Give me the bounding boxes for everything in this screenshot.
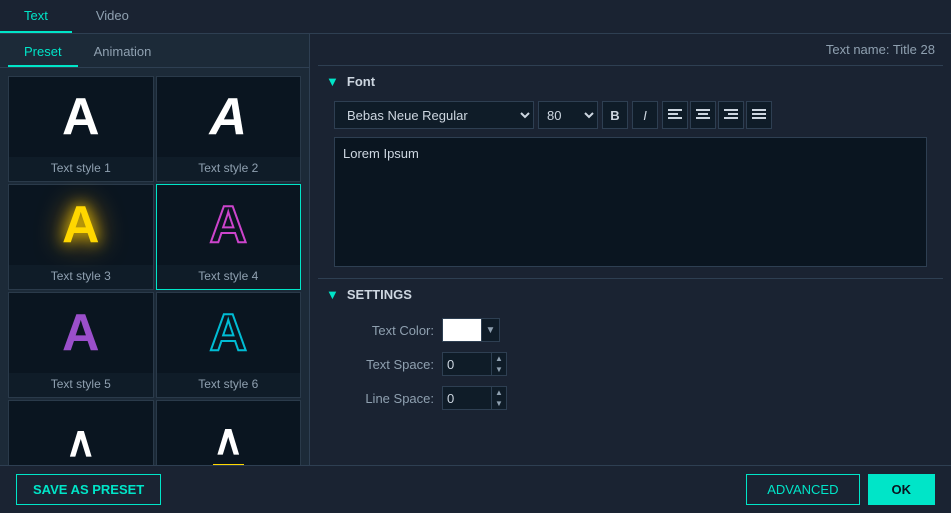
sub-tabs: Preset Animation (0, 34, 309, 68)
style-item-5[interactable]: A Text style 5 (8, 292, 154, 398)
style-label-6: Text style 6 (198, 377, 258, 391)
text-color-row: Text Color: ▼ (334, 318, 927, 342)
settings-section-header[interactable]: ▼ SETTINGS (318, 279, 943, 310)
text-color-label: Text Color: (334, 323, 434, 338)
style-preview-8: ∧ (157, 401, 301, 465)
line-space-row: Line Space: ▲ ▼ (334, 386, 927, 410)
right-buttons: ADVANCED OK (746, 474, 935, 505)
bold-button[interactable]: B (602, 101, 628, 129)
style-item-1[interactable]: A Text style 1 (8, 76, 154, 182)
text-area-wrap: Lorem Ipsum (318, 137, 943, 278)
style-preview-2: A (157, 77, 301, 157)
font-section: ▼ Font Bebas Neue Regular 80 72 64 48 36… (318, 65, 943, 278)
settings-section: ▼ SETTINGS Text Color: ▼ Text Space: (318, 278, 943, 418)
line-space-input[interactable] (442, 386, 492, 410)
style-grid: A Text style 1 A Text style 2 A Text sty… (0, 68, 309, 465)
text-name: Text name: Title 28 (826, 42, 935, 57)
align-buttons (662, 101, 772, 129)
line-space-label: Line Space: (334, 391, 434, 406)
settings-section-label: SETTINGS (347, 287, 412, 302)
style-preview-7: ∧ (9, 401, 153, 465)
style-label-3: Text style 3 (51, 269, 111, 283)
font-section-header[interactable]: ▼ Font (318, 66, 943, 97)
tab-text[interactable]: Text (0, 0, 72, 33)
align-left-icon (668, 109, 682, 121)
save-as-preset-button[interactable]: SAVE AS PRESET (16, 474, 161, 505)
style-letter-3: A (62, 195, 100, 255)
text-space-spinners: ▲ ▼ (492, 352, 507, 376)
settings-arrow-icon: ▼ (326, 287, 339, 302)
line-space-up[interactable]: ▲ (492, 387, 506, 398)
style-letter-6: A (209, 303, 247, 363)
align-left-button[interactable] (662, 101, 688, 129)
style-letter-4: A (209, 195, 247, 255)
main-area: Preset Animation A Text style 1 A Text s… (0, 34, 951, 465)
color-picker: ▼ (442, 318, 500, 342)
text-space-down[interactable]: ▼ (492, 364, 506, 375)
left-panel: Preset Animation A Text style 1 A Text s… (0, 34, 310, 465)
text-space-row: Text Space: ▲ ▼ (334, 352, 927, 376)
style-item-3[interactable]: A Text style 3 (8, 184, 154, 290)
style-letter-7: ∧ (65, 417, 96, 466)
align-right-button[interactable] (718, 101, 744, 129)
style-label-5: Text style 5 (51, 377, 111, 391)
style-item-2[interactable]: A Text style 2 (156, 76, 302, 182)
style-item-6[interactable]: A Text style 6 (156, 292, 302, 398)
text-name-bar: Text name: Title 28 (310, 34, 951, 65)
line-space-spinners: ▲ ▼ (492, 386, 507, 410)
line-space-input-wrap: ▲ ▼ (442, 386, 507, 410)
tab-preset[interactable]: Preset (8, 38, 78, 67)
right-panel: Text name: Title 28 ▼ Font Bebas Neue Re… (310, 34, 951, 465)
style-preview-1: A (9, 77, 153, 157)
font-size-select[interactable]: 80 72 64 48 36 (538, 101, 598, 129)
line-space-down[interactable]: ▼ (492, 398, 506, 409)
settings-grid: Text Color: ▼ Text Space: ▲ ▼ (318, 310, 943, 418)
text-space-up[interactable]: ▲ (492, 353, 506, 364)
color-dropdown-button[interactable]: ▼ (482, 318, 500, 342)
font-family-select[interactable]: Bebas Neue Regular (334, 101, 534, 129)
font-arrow-icon: ▼ (326, 74, 339, 89)
ok-button[interactable]: OK (868, 474, 936, 505)
align-center-button[interactable] (690, 101, 716, 129)
style-label-1: Text style 1 (51, 161, 111, 175)
align-justify-icon (752, 109, 766, 121)
text-space-input[interactable] (442, 352, 492, 376)
align-center-icon (696, 109, 710, 121)
style-letter-5: A (62, 303, 100, 363)
text-space-label: Text Space: (334, 357, 434, 372)
tab-animation[interactable]: Animation (78, 38, 168, 67)
style-preview-6: A (157, 293, 301, 373)
align-justify-button[interactable] (746, 101, 772, 129)
advanced-button[interactable]: ADVANCED (746, 474, 859, 505)
color-box[interactable] (442, 318, 482, 342)
style-letter-8: ∧ (213, 415, 244, 466)
style-label-4: Text style 4 (198, 269, 258, 283)
text-space-input-wrap: ▲ ▼ (442, 352, 507, 376)
style-item-4[interactable]: A Text style 4 (156, 184, 302, 290)
font-section-label: Font (347, 74, 375, 89)
style-label-2: Text style 2 (198, 161, 258, 175)
style-letter-2: A (209, 87, 247, 147)
style-item-8[interactable]: ∧ Text style 8 (156, 400, 302, 465)
text-content-input[interactable]: Lorem Ipsum (334, 137, 927, 267)
top-tabs: Text Video (0, 0, 951, 34)
style-preview-4: A (157, 185, 301, 265)
tab-video[interactable]: Video (72, 0, 153, 33)
font-controls: Bebas Neue Regular 80 72 64 48 36 B I (318, 97, 943, 137)
style-preview-3: A (9, 185, 153, 265)
style-letter-1: A (62, 87, 100, 147)
italic-button[interactable]: I (632, 101, 658, 129)
style-preview-5: A (9, 293, 153, 373)
bottom-bar: SAVE AS PRESET ADVANCED OK (0, 465, 951, 513)
align-right-icon (724, 109, 738, 121)
style-item-7[interactable]: ∧ Text style 7 (8, 400, 154, 465)
